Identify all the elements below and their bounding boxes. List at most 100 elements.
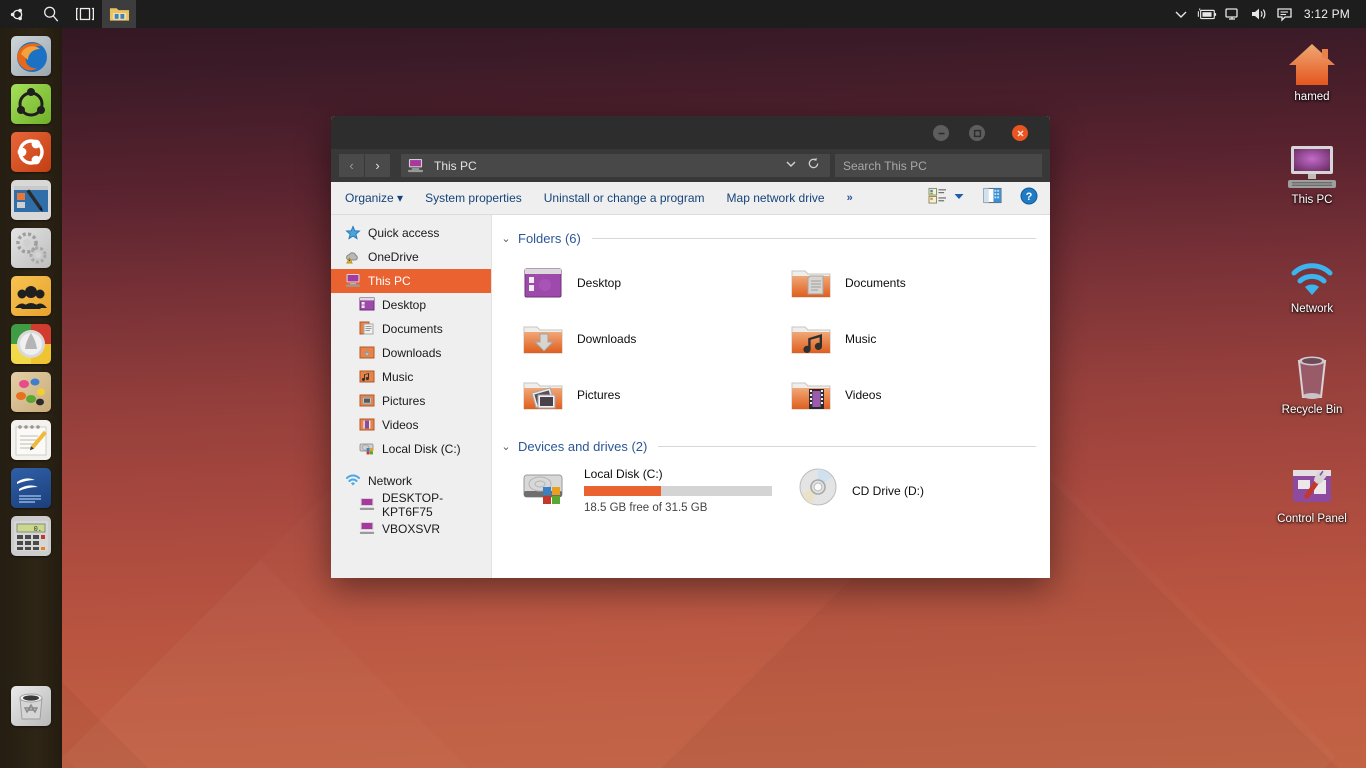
dock-item-users[interactable] — [0, 272, 62, 320]
folder-item-downloads[interactable]: Downloads — [500, 311, 768, 367]
dock-item-calculator[interactable]: 0. — [0, 512, 62, 560]
view-options-icon[interactable] — [928, 187, 947, 209]
back-button[interactable]: ‹ — [339, 154, 364, 177]
desktop-icon-label: Network — [1267, 303, 1357, 316]
application-dock: 0. — [0, 28, 62, 768]
taskbar-ubuntu-logo-icon[interactable] — [0, 0, 34, 28]
divider — [658, 446, 1036, 447]
sidebar-label: OneDrive — [368, 250, 419, 264]
desktop-icon-network[interactable]: Network — [1267, 248, 1357, 316]
navigation-bar: ‹ › This PC — [331, 149, 1050, 182]
dock-item-media-player[interactable] — [0, 320, 62, 368]
network-icon[interactable] — [1220, 0, 1246, 28]
drive-item-local-disk-c[interactable]: Local Disk (C:) 18.5 GB free of 31.5 GB — [500, 463, 768, 514]
volume-icon[interactable] — [1246, 0, 1272, 28]
system-tray: 3:12 PM — [1168, 0, 1366, 28]
refresh-icon[interactable] — [807, 157, 820, 175]
dock-item-notepad[interactable] — [0, 416, 62, 464]
sidebar-item-desktop-kpt6f75[interactable]: DESKTOP-KPT6F75 — [331, 493, 491, 517]
sidebar-label: Desktop — [382, 298, 426, 312]
chevron-up-icon[interactable] — [1168, 0, 1194, 28]
drives-grid: Local Disk (C:) 18.5 GB free of 31.5 GB — [500, 463, 1036, 514]
desktop-icon-this-pc[interactable]: This PC — [1267, 139, 1357, 207]
sidebar-item-local-disk-c[interactable]: Local Disk (C:) — [331, 437, 491, 461]
cloud-icon — [345, 249, 361, 265]
disk-usage-bar — [584, 486, 772, 496]
system-properties-button[interactable]: System properties — [414, 191, 533, 205]
sidebar-item-music[interactable]: Music — [331, 365, 491, 389]
dock-item-ubuntu-software[interactable] — [0, 80, 62, 128]
videos-icon — [359, 417, 375, 433]
folders-group-header[interactable]: ⌄ Folders (6) — [500, 227, 1036, 249]
address-monitor-icon — [407, 158, 424, 173]
sidebar-item-pictures[interactable]: Pictures — [331, 389, 491, 413]
sidebar-item-desktop[interactable]: Desktop — [331, 293, 491, 317]
desktop-icon-label: This PC — [1267, 194, 1357, 207]
text-editor-icon — [11, 180, 51, 220]
notepad-icon — [11, 420, 51, 460]
address-dropdown-icon[interactable] — [785, 157, 797, 175]
dock-item-ubuntu[interactable] — [0, 128, 62, 176]
folder-item-music[interactable]: Music — [768, 311, 1036, 367]
writer-icon — [11, 468, 51, 508]
taskbar-task-view-icon[interactable] — [68, 0, 102, 28]
sidebar-item-this-pc[interactable]: This PC — [331, 269, 491, 293]
window-titlebar[interactable] — [331, 116, 1050, 149]
dock-item-writer[interactable] — [0, 464, 62, 512]
folder-item-documents[interactable]: Documents — [768, 255, 1036, 311]
taskbar-file-explorer-icon[interactable] — [102, 0, 136, 28]
dock-item-trash[interactable] — [0, 682, 62, 730]
taskbar-search-icon[interactable] — [34, 0, 68, 28]
control-panel-icon — [1267, 458, 1357, 510]
dock-item-system-settings[interactable] — [0, 224, 62, 272]
dock-item-firefox[interactable] — [0, 32, 62, 80]
sidebar-item-network[interactable]: Network — [331, 469, 491, 493]
sidebar-item-videos[interactable]: Videos — [331, 413, 491, 437]
folder-item-desktop[interactable]: Desktop — [500, 255, 768, 311]
music-folder-icon — [790, 321, 832, 357]
uninstall-change-program-button[interactable]: Uninstall or change a program — [533, 191, 716, 205]
sidebar-item-onedrive[interactable]: OneDrive — [331, 245, 491, 269]
folder-item-pictures[interactable]: Pictures — [500, 367, 768, 423]
gears-icon — [11, 228, 51, 268]
chevron-down-icon[interactable]: ⌄ — [500, 440, 512, 453]
view-dropdown-icon[interactable] — [953, 189, 965, 207]
map-network-drive-button[interactable]: Map network drive — [716, 191, 836, 205]
svg-text:?: ? — [1026, 191, 1033, 203]
sidebar-label: Pictures — [382, 394, 425, 408]
address-bar[interactable]: This PC — [401, 154, 830, 177]
close-button[interactable] — [1012, 125, 1028, 141]
pictures-folder-icon — [522, 377, 564, 413]
desktop-icon-label: hamed — [1267, 91, 1357, 104]
help-icon[interactable]: ? — [1020, 187, 1038, 210]
sidebar-item-quick-access[interactable]: Quick access — [331, 221, 491, 245]
search-input[interactable]: Search This PC — [835, 154, 1042, 177]
monitor-icon — [1267, 139, 1357, 191]
top-panel: 3:12 PM — [0, 0, 1366, 28]
dock-item-paint[interactable] — [0, 368, 62, 416]
organize-button[interactable]: Organize ▾ — [341, 191, 414, 205]
clock[interactable]: 3:12 PM — [1298, 7, 1358, 21]
folder-label: Videos — [845, 388, 881, 402]
desktop-icon-control-panel[interactable]: Control Panel — [1267, 458, 1357, 526]
maximize-button[interactable] — [969, 125, 985, 141]
dock-item-text-editor[interactable] — [0, 176, 62, 224]
desktop-icon-home-folder[interactable]: hamed — [1267, 36, 1357, 104]
drives-group-header[interactable]: ⌄ Devices and drives (2) — [500, 435, 1036, 457]
wifi-icon — [1267, 248, 1357, 300]
sidebar-label: Local Disk (C:) — [382, 442, 461, 456]
sidebar-item-downloads[interactable]: Downloads — [331, 341, 491, 365]
preview-pane-icon[interactable] — [983, 187, 1002, 209]
battery-icon[interactable] — [1194, 0, 1220, 28]
drive-label: CD Drive (D:) — [852, 484, 924, 498]
desktop-icon-recycle-bin[interactable]: Recycle Bin — [1267, 349, 1357, 417]
minimize-button[interactable] — [933, 125, 949, 141]
sidebar-item-vboxsvr[interactable]: VBOXSVR — [331, 517, 491, 541]
sidebar-item-documents[interactable]: Documents — [331, 317, 491, 341]
folder-item-videos[interactable]: Videos — [768, 367, 1036, 423]
chevron-down-icon[interactable]: ⌄ — [500, 232, 512, 245]
drive-item-cd-drive[interactable]: CD Drive (D:) — [768, 463, 1036, 514]
forward-button[interactable]: › — [365, 154, 390, 177]
more-commands-button[interactable]: » — [836, 192, 864, 204]
notifications-icon[interactable] — [1272, 0, 1298, 28]
